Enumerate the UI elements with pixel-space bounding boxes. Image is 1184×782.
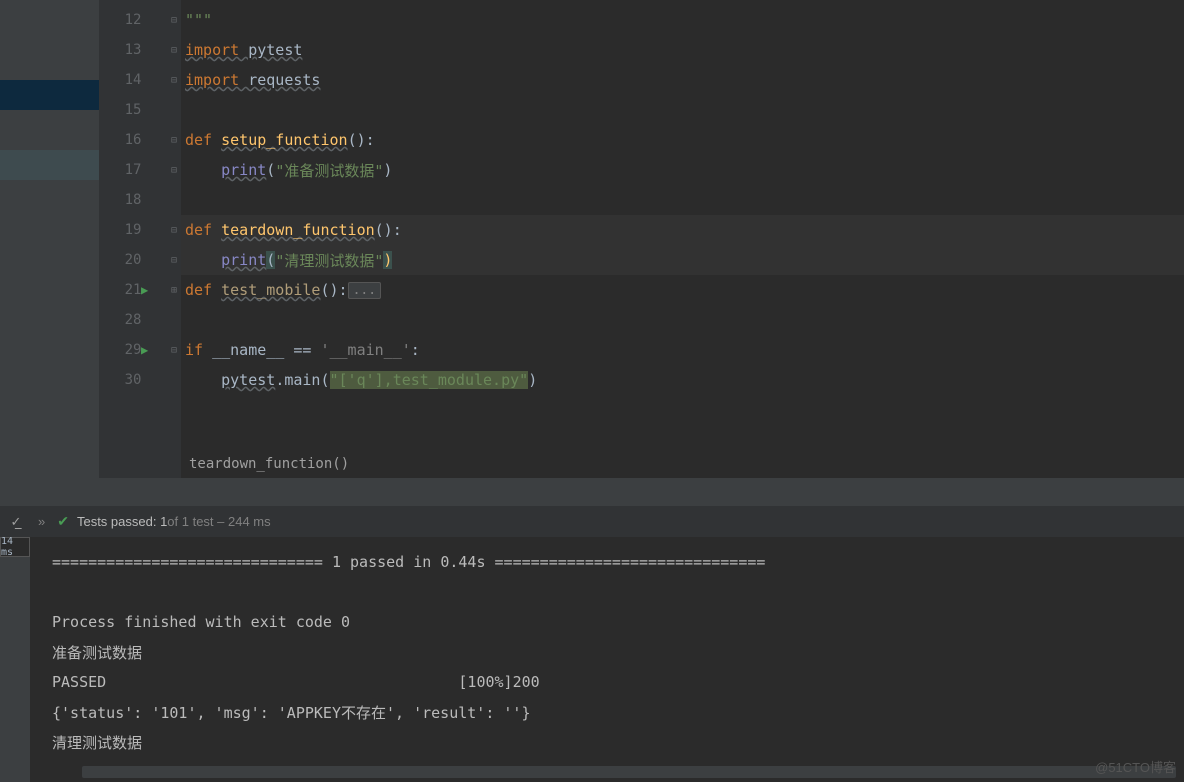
fold-ellipsis[interactable]: ... bbox=[348, 282, 381, 299]
sidebar-item-selected[interactable] bbox=[0, 80, 99, 110]
fold-marker[interactable]: ⊟ bbox=[167, 155, 181, 185]
console-line: Process finished with exit code 0 bbox=[52, 607, 1162, 637]
console-output[interactable]: ============================== 1 passed … bbox=[30, 537, 1184, 782]
horizontal-scrollbar[interactable] bbox=[82, 766, 1176, 778]
fold-marker[interactable]: ⊟ bbox=[167, 65, 181, 95]
code-line[interactable]: def setup_function(): bbox=[181, 125, 1184, 155]
fold-column[interactable]: ⊟ ⊟ ⊟ ⊟ ⊟ ⊟ ⊟ ⊞ ⊟ bbox=[167, 0, 181, 478]
timing-badge: 14 ms bbox=[0, 537, 30, 557]
run-gutter-icon[interactable]: ▶ bbox=[141, 343, 148, 357]
code-line[interactable]: pytest.main("['q'],test_module.py") bbox=[181, 365, 1184, 395]
line-number: 13 bbox=[99, 35, 167, 65]
line-number: 30 bbox=[99, 365, 167, 395]
line-number: 14 bbox=[99, 65, 167, 95]
project-sidebar[interactable] bbox=[0, 0, 99, 478]
fold-marker[interactable]: ⊟ bbox=[167, 125, 181, 155]
tests-summary: of 1 test – 244 ms bbox=[167, 514, 270, 529]
tests-status-bar[interactable]: ✓̲ » ✔ Tests passed: 1 of 1 test – 244 m… bbox=[0, 506, 1184, 537]
code-line[interactable]: import pytest bbox=[181, 35, 1184, 65]
console-line: 清理测试数据 bbox=[52, 727, 1162, 757]
check-icon: ✔ bbox=[57, 513, 69, 530]
console-line: PASSED [100%]200 bbox=[52, 667, 1162, 697]
fold-marker[interactable]: ⊟ bbox=[167, 5, 181, 35]
line-number: 17 bbox=[99, 155, 167, 185]
line-number: 18 bbox=[99, 185, 167, 215]
line-number: 20 bbox=[99, 245, 167, 275]
line-number: 16 bbox=[99, 125, 167, 155]
code-line[interactable]: if __name__ == '__main__': bbox=[181, 335, 1184, 365]
run-tool-sidebar[interactable] bbox=[0, 537, 30, 782]
line-number: 15 bbox=[99, 95, 167, 125]
fold-marker[interactable]: ⊟ bbox=[167, 215, 181, 245]
code-line[interactable] bbox=[181, 185, 1184, 215]
console-line: {'status': '101', 'msg': 'APPKEY不存在', 'r… bbox=[52, 697, 1162, 727]
code-line[interactable]: """ bbox=[181, 5, 1184, 35]
code-editor[interactable]: 12 13 14 15 16 17 18 19 20 21▶ 28 29▶ 30… bbox=[99, 0, 1184, 478]
breadcrumb[interactable]: teardown_function() bbox=[181, 450, 349, 478]
fold-marker[interactable]: ⊟ bbox=[167, 335, 181, 365]
line-number: 19 bbox=[99, 215, 167, 245]
run-gutter-icon[interactable]: ▶ bbox=[141, 283, 148, 297]
console-line bbox=[52, 577, 1162, 607]
console-line: ============================== 1 passed … bbox=[52, 547, 1162, 577]
code-line[interactable]: import requests bbox=[181, 65, 1184, 95]
code-text-area[interactable]: """ import pytest import requests def se… bbox=[181, 0, 1184, 478]
line-number: 21▶ bbox=[99, 275, 167, 305]
code-line[interactable] bbox=[181, 305, 1184, 335]
editor-gutter: 12 13 14 15 16 17 18 19 20 21▶ 28 29▶ 30 bbox=[99, 0, 167, 478]
line-number: 29▶ bbox=[99, 335, 167, 365]
code-line[interactable]: def test_mobile():... bbox=[181, 275, 1184, 305]
filter-icon[interactable]: ✓̲ bbox=[0, 514, 32, 530]
fold-marker[interactable]: ⊟ bbox=[167, 35, 181, 65]
sidebar-item-hover[interactable] bbox=[0, 150, 99, 180]
tool-window-header[interactable] bbox=[0, 478, 1184, 506]
fold-expand-marker[interactable]: ⊞ bbox=[167, 275, 181, 305]
code-line-active[interactable]: print("清理测试数据") bbox=[181, 245, 1184, 275]
chevron-icon: » bbox=[38, 514, 45, 529]
code-line[interactable]: def teardown_function(): bbox=[181, 215, 1184, 245]
console-line: 准备测试数据 bbox=[52, 637, 1162, 667]
tests-passed-label: Tests passed: 1 bbox=[77, 514, 167, 529]
fold-marker[interactable]: ⊟ bbox=[167, 245, 181, 275]
line-number: 12 bbox=[99, 5, 167, 35]
line-number: 28 bbox=[99, 305, 167, 335]
code-line[interactable]: print("准备测试数据") bbox=[181, 155, 1184, 185]
code-line[interactable] bbox=[181, 95, 1184, 125]
watermark: @51CTO博客 bbox=[1095, 757, 1176, 776]
